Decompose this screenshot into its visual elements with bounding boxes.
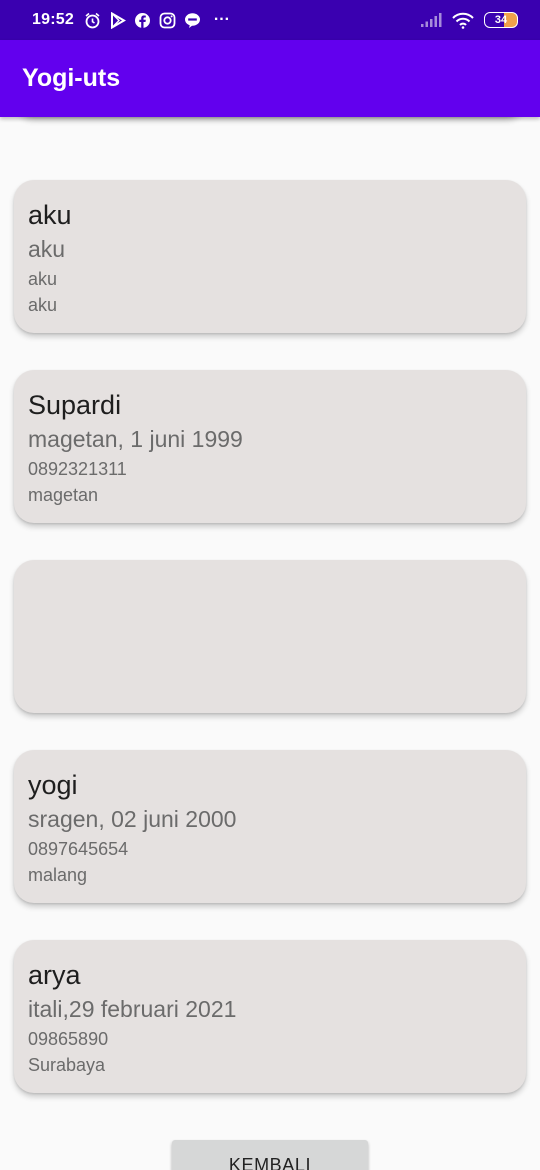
card-birth-info: sragen, 02 juni 2000	[28, 806, 237, 832]
app-bar: Yogi-uts	[0, 40, 540, 117]
alarm-icon	[84, 12, 101, 29]
list-item[interactable]: Supardi magetan, 1 juni 1999 0892321311 …	[0, 360, 540, 550]
notification-icons: ···	[84, 11, 235, 29]
card-address: magetan	[28, 485, 99, 505]
status-time: 19:52	[32, 11, 74, 28]
facebook-icon	[134, 12, 151, 29]
instagram-icon	[159, 12, 176, 29]
list-item[interactable]	[0, 550, 540, 740]
contact-card[interactable]: aku aku aku aku	[14, 180, 526, 333]
card-address: Surabaya	[28, 1055, 106, 1075]
back-button[interactable]: KEMBALI	[172, 1140, 368, 1170]
list-item[interactable]: arya itali,29 februari 2021 09865890 Sur…	[0, 930, 540, 1110]
card-phone: 0897645654	[28, 839, 129, 859]
card-name: arya	[28, 960, 81, 990]
app-title: Yogi-uts	[22, 64, 121, 92]
card-birth-info: magetan, 1 juni 1999	[28, 426, 243, 452]
contact-list[interactable]: magetan aku aku aku aku Supardi magetan,…	[0, 117, 540, 1110]
battery-level: 34	[494, 14, 508, 26]
bottom-bar: KEMBALI	[0, 1110, 540, 1170]
signal-icon	[420, 12, 442, 29]
play-store-icon	[109, 11, 126, 29]
system-icons: 34	[420, 12, 518, 29]
card-birth-info: itali,29 februari 2021	[28, 996, 237, 1022]
card-name: Supardi	[28, 390, 122, 420]
card-phone: 0892321311	[28, 459, 127, 479]
line-icon	[184, 12, 201, 29]
list-item[interactable]: magetan	[0, 117, 540, 144]
list-item[interactable]: aku aku aku aku	[0, 170, 540, 360]
card-birth-info: aku	[28, 236, 66, 262]
wifi-icon	[452, 12, 474, 29]
card-phone: aku	[28, 269, 58, 289]
card-address: aku	[28, 295, 58, 315]
contact-card[interactable]: arya itali,29 februari 2021 09865890 Sur…	[14, 940, 526, 1093]
contact-card[interactable]: Supardi magetan, 1 juni 1999 0892321311 …	[14, 370, 526, 523]
battery-icon: 34	[484, 12, 518, 28]
contact-card[interactable]	[14, 560, 526, 713]
contact-card[interactable]: yogi sragen, 02 juni 2000 0897645654 mal…	[14, 750, 526, 903]
card-address: malang	[28, 865, 88, 885]
card-name: aku	[28, 200, 72, 230]
card-phone: 09865890	[28, 1029, 109, 1049]
status-bar: 19:52 ··· 34	[0, 0, 540, 40]
list-item[interactable]: yogi sragen, 02 juni 2000 0897645654 mal…	[0, 740, 540, 930]
more-notifications-icon: ···	[213, 11, 230, 28]
card-name: yogi	[28, 770, 78, 800]
